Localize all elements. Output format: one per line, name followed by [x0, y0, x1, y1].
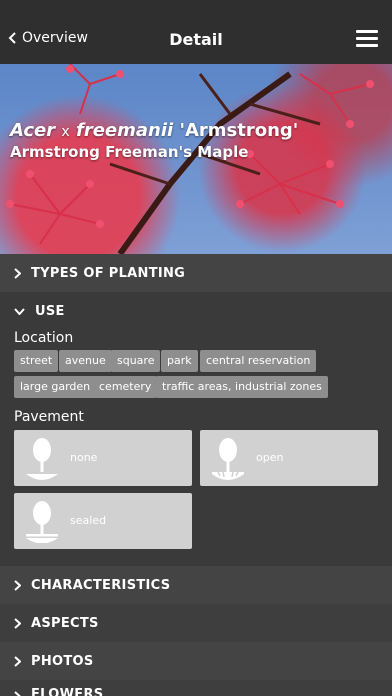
- section-flowers[interactable]: FLOWERS: [0, 680, 392, 696]
- chevron-right-icon: [14, 267, 21, 279]
- hero-image: Acer x freemanii 'Armstrong' Armstrong F…: [0, 64, 392, 254]
- section-types-of-planting[interactable]: TYPES OF PLANTING: [0, 254, 392, 292]
- chevron-right-icon: [14, 691, 21, 696]
- species-name: freemanii: [76, 120, 174, 141]
- location-tag: street: [14, 350, 59, 372]
- location-label: Location: [14, 330, 74, 346]
- section-label: CHARACTERISTICS: [31, 577, 171, 593]
- menu-icon[interactable]: [356, 30, 378, 48]
- common-name: Armstrong Freeman's Maple: [10, 143, 249, 161]
- section-label: TYPES OF PLANTING: [31, 265, 186, 281]
- section-photos[interactable]: PHOTOS: [0, 642, 392, 680]
- location-tag: avenue: [59, 350, 112, 372]
- location-tag: central reservation: [200, 350, 317, 372]
- pavement-label-sealed: sealed: [70, 514, 107, 527]
- hybrid-mark: x: [61, 124, 70, 140]
- pavement-label-none: none: [70, 451, 98, 464]
- plant-name: Acer x freemanii 'Armstrong' Armstrong F…: [10, 120, 298, 161]
- section-label: USE: [35, 303, 65, 319]
- section-aspects[interactable]: ASPECTS: [0, 604, 392, 642]
- pavement-label: Pavement: [14, 409, 84, 425]
- section-characteristics[interactable]: CHARACTERISTICS: [0, 566, 392, 604]
- pavement-option-none: none: [14, 430, 192, 486]
- section-label: PHOTOS: [31, 653, 94, 669]
- genus-name: Acer: [10, 120, 56, 141]
- location-tag: cemetery: [93, 376, 158, 398]
- chevron-right-icon: [14, 617, 21, 629]
- tree-none-icon: [26, 438, 58, 480]
- tree-open-icon: [212, 438, 244, 480]
- pavement-option-sealed: sealed: [14, 493, 192, 549]
- cultivar-name: 'Armstrong': [179, 120, 299, 141]
- location-tag: square: [111, 350, 161, 372]
- location-tag: large garden: [14, 376, 97, 398]
- pavement-label-open: open: [256, 451, 284, 464]
- page-title: Detail: [169, 30, 223, 49]
- pavement-option-open: open: [200, 430, 378, 486]
- chevron-down-icon: [14, 307, 25, 315]
- tree-sealed-icon: [26, 501, 58, 543]
- location-tag: park: [161, 350, 198, 372]
- location-tag: traffic areas, industrial zones: [156, 376, 328, 398]
- section-use[interactable]: USE: [0, 292, 392, 330]
- use-content: Location street avenue square park centr…: [0, 328, 392, 566]
- section-label: FLOWERS: [31, 687, 104, 696]
- chevron-right-icon: [14, 579, 21, 591]
- scientific-name: Acer x freemanii 'Armstrong': [10, 120, 298, 141]
- chevron-right-icon: [14, 655, 21, 667]
- section-label: ASPECTS: [31, 615, 99, 631]
- top-bar: Overview Detail: [0, 0, 392, 64]
